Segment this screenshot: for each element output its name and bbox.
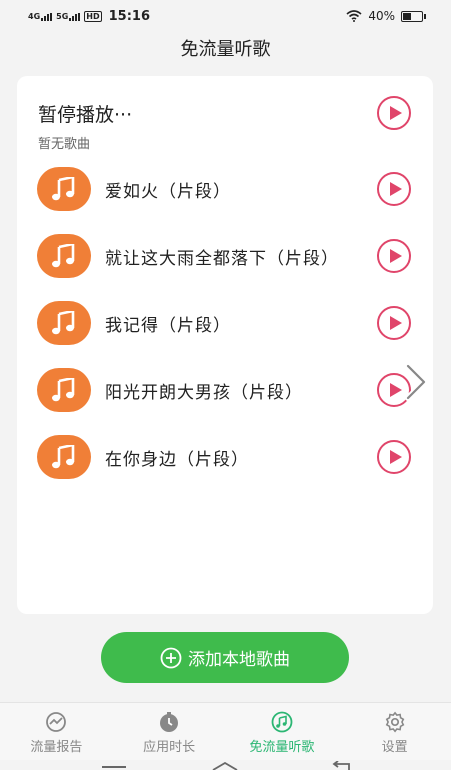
nav-menu-icon[interactable] bbox=[102, 766, 126, 768]
nav-back-icon[interactable] bbox=[331, 761, 353, 770]
tab-traffic-report[interactable]: 流量报告 bbox=[0, 703, 113, 760]
traffic-report-icon bbox=[46, 712, 67, 732]
play-icon bbox=[389, 450, 402, 464]
tab-label: 应用时长 bbox=[143, 740, 196, 755]
add-local-song-button[interactable]: 添加本地歌曲 bbox=[101, 632, 349, 683]
hd-badge: HD bbox=[84, 10, 102, 22]
song-list-card: 暂停播放··· 暂无歌曲 爱如火（片段） 就让这大雨全都落下（片段） 我记得（片… bbox=[17, 76, 433, 614]
song-name: 就让这大雨全都落下（片段） bbox=[105, 249, 339, 269]
music-icon bbox=[271, 711, 293, 733]
nav-home-icon[interactable] bbox=[212, 762, 238, 770]
song-play-button[interactable] bbox=[377, 440, 411, 474]
tab-label: 免流量听歌 bbox=[249, 740, 315, 755]
page-title: 免流量听歌 bbox=[180, 39, 271, 60]
song-row[interactable]: 我记得（片段） bbox=[17, 301, 433, 349]
music-note-icon bbox=[37, 234, 91, 278]
song-name: 爱如火（片段） bbox=[105, 182, 231, 202]
wifi-icon bbox=[346, 10, 362, 22]
status-time: 15:16 bbox=[108, 8, 151, 24]
song-name: 在你身边（片段） bbox=[105, 450, 249, 470]
now-playing-title: 暂停播放··· bbox=[38, 104, 133, 126]
bottom-tab-bar: 流量报告 应用时长 免流量听歌 设置 bbox=[0, 702, 451, 760]
plus-circle-icon bbox=[160, 647, 182, 668]
song-play-button[interactable] bbox=[377, 172, 411, 206]
song-row[interactable]: 阳光开朗大男孩（片段） bbox=[17, 368, 433, 416]
music-note-icon bbox=[37, 435, 91, 479]
signal-5g-icon: 5G bbox=[56, 11, 81, 21]
tab-app-time[interactable]: 应用时长 bbox=[113, 703, 226, 760]
music-note-icon bbox=[37, 368, 91, 412]
song-play-button[interactable] bbox=[377, 306, 411, 340]
status-left: 4G 5G HD 15:16 bbox=[28, 9, 150, 24]
play-icon bbox=[389, 249, 402, 263]
song-name: 阳光开朗大男孩（片段） bbox=[105, 383, 303, 403]
network-label-2: 5G bbox=[56, 11, 69, 21]
add-local-song-label: 添加本地歌曲 bbox=[188, 650, 290, 670]
song-row[interactable]: 爱如火（片段） bbox=[17, 167, 433, 215]
tab-label: 流量报告 bbox=[30, 740, 83, 755]
tab-settings[interactable]: 设置 bbox=[338, 703, 451, 760]
battery-percent: 40% bbox=[368, 9, 395, 23]
play-icon bbox=[389, 182, 402, 196]
music-note-icon bbox=[37, 301, 91, 345]
gear-icon bbox=[385, 711, 404, 733]
music-note-icon bbox=[37, 167, 91, 211]
song-name: 我记得（片段） bbox=[105, 316, 231, 336]
tab-music[interactable]: 免流量听歌 bbox=[226, 703, 339, 760]
play-icon bbox=[389, 316, 402, 330]
network-label-1: 4G bbox=[28, 11, 41, 21]
song-row[interactable]: 在你身边（片段） bbox=[17, 435, 433, 483]
status-right: 40% bbox=[346, 9, 426, 23]
signal-4g-icon: 4G bbox=[28, 11, 53, 21]
system-nav-bar bbox=[0, 760, 451, 770]
play-icon bbox=[389, 383, 402, 397]
song-row[interactable]: 就让这大雨全都落下（片段） bbox=[17, 234, 433, 282]
app-time-icon bbox=[160, 712, 179, 732]
tab-label: 设置 bbox=[381, 740, 408, 755]
battery-icon bbox=[401, 10, 426, 22]
chevron-right-icon[interactable] bbox=[402, 362, 430, 402]
song-play-button[interactable] bbox=[377, 239, 411, 273]
play-icon bbox=[389, 106, 402, 120]
now-playing-play-button[interactable] bbox=[377, 96, 411, 130]
status-bar: 4G 5G HD 15:16 40% bbox=[0, 0, 451, 32]
now-playing-subtitle: 暂无歌曲 bbox=[38, 137, 91, 152]
